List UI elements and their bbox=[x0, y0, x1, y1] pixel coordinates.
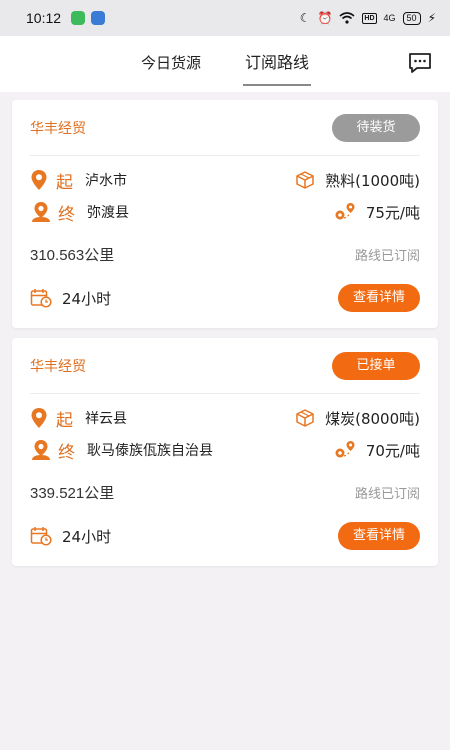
origin-row: 起 泸水市 熟料(1000吨) bbox=[30, 164, 420, 196]
card-header: 华丰经贸 待装货 bbox=[30, 100, 420, 156]
origin-place: 祥云县 bbox=[85, 411, 127, 427]
wechat-icon bbox=[71, 11, 86, 25]
cargo-info: 煤炭(8000吨) bbox=[325, 409, 420, 428]
card-footer: 24小时 查看详情 bbox=[30, 278, 420, 318]
origin-place: 泸水市 bbox=[85, 173, 127, 189]
destination-person-icon bbox=[32, 440, 50, 460]
route-price-icon bbox=[335, 441, 355, 458]
order-card: 华丰经贸 待装货 起 泸水市 熟料(1000吨) 终 弥渡县 75元/吨 310… bbox=[12, 100, 438, 328]
view-details-button[interactable]: 查看详情 bbox=[337, 284, 420, 312]
route-price-icon bbox=[335, 203, 355, 220]
destination-person-icon bbox=[32, 202, 50, 222]
signal-icon: 4G bbox=[383, 13, 396, 23]
order-card: 华丰经贸 已接单 起 祥云县 煤炭(8000吨) 终 耿马傣族佤族自治县 70元… bbox=[12, 338, 438, 566]
destination-tag: 终 bbox=[58, 204, 75, 225]
box-icon bbox=[296, 409, 314, 427]
cloud-app-icon bbox=[91, 11, 106, 25]
destination-row: 终 弥渡县 75元/吨 bbox=[30, 196, 420, 228]
location-pin-icon bbox=[31, 170, 47, 190]
card-header: 华丰经贸 已接单 bbox=[30, 338, 420, 394]
distance-row: 310.563公里 路线已订阅 bbox=[30, 234, 420, 274]
duration-text: 24小时 bbox=[62, 527, 112, 546]
cargo-info: 熟料(1000吨) bbox=[325, 171, 420, 190]
status-badge: 待装货 bbox=[332, 113, 420, 142]
distance-value: 339.521公里 bbox=[30, 483, 115, 502]
calendar-clock-icon bbox=[30, 289, 52, 308]
subscription-status: 路线已订阅 bbox=[354, 486, 420, 502]
destination-row: 终 耿马傣族佤族自治县 70元/吨 bbox=[30, 434, 420, 466]
battery-icon: 50 bbox=[402, 11, 421, 25]
company-name: 华丰经贸 bbox=[30, 120, 86, 137]
top-navigation: 今日货源 订阅路线 bbox=[0, 36, 450, 92]
origin-tag: 起 bbox=[56, 172, 73, 193]
price-info: 75元/吨 bbox=[365, 203, 420, 222]
moon-icon: ☾ bbox=[299, 11, 311, 25]
status-bar: 10:12 ☾ ⏰ HD 4G 50 ⚡ bbox=[0, 0, 450, 36]
tab-subscribed-routes[interactable]: 订阅路线 bbox=[243, 36, 312, 92]
distance-value: 310.563公里 bbox=[30, 245, 115, 264]
view-details-button[interactable]: 查看详情 bbox=[337, 522, 420, 550]
destination-place: 弥渡县 bbox=[87, 205, 129, 221]
hd-icon: HD bbox=[362, 12, 377, 24]
origin-tag: 起 bbox=[56, 410, 73, 431]
company-name: 华丰经贸 bbox=[30, 358, 86, 375]
subscription-status: 路线已订阅 bbox=[354, 248, 420, 264]
status-time: 10:12 bbox=[26, 10, 62, 26]
alarm-icon: ⏰ bbox=[317, 11, 333, 25]
origin-row: 起 祥云县 煤炭(8000吨) bbox=[30, 402, 420, 434]
box-icon bbox=[296, 171, 314, 189]
card-footer: 24小时 查看详情 bbox=[30, 516, 420, 556]
tab-today-goods[interactable]: 今日货源 bbox=[139, 36, 203, 92]
distance-row: 339.521公里 路线已订阅 bbox=[30, 472, 420, 512]
wifi-icon bbox=[339, 12, 355, 24]
calendar-clock-icon bbox=[30, 527, 52, 546]
destination-tag: 终 bbox=[58, 442, 75, 463]
route-list: 华丰经贸 待装货 起 泸水市 熟料(1000吨) 终 弥渡县 75元/吨 310… bbox=[0, 92, 450, 566]
charging-icon: ⚡ bbox=[427, 11, 436, 25]
duration-text: 24小时 bbox=[62, 289, 112, 308]
location-pin-icon bbox=[31, 408, 47, 428]
destination-place: 耿马傣族佤族自治县 bbox=[87, 443, 213, 459]
message-icon[interactable] bbox=[408, 52, 432, 74]
status-badge[interactable]: 已接单 bbox=[332, 351, 420, 380]
price-info: 70元/吨 bbox=[365, 441, 420, 460]
